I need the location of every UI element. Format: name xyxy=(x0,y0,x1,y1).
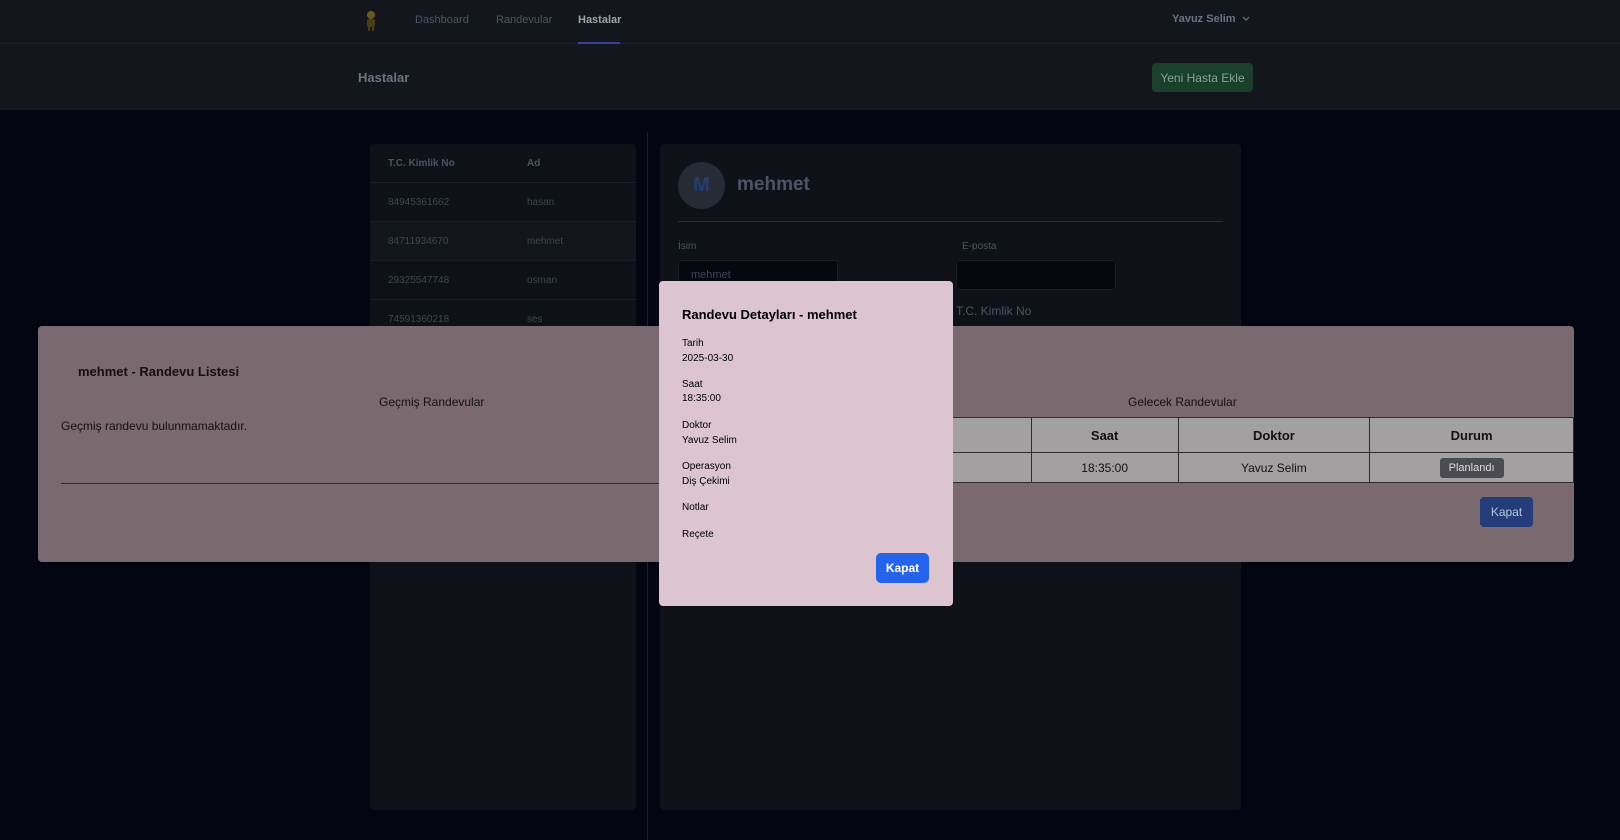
user-name: Yavuz Selim xyxy=(1172,13,1236,25)
table-row[interactable]: 18:35:00 Yavuz Selim Planlandı xyxy=(918,452,1574,483)
table-row[interactable]: 84711934670 mehmet xyxy=(370,222,636,261)
time-value: 18:35:00 xyxy=(682,393,721,404)
nav-randevular[interactable]: Randevular xyxy=(496,14,552,26)
table-header-row: Saat Doktor Durum xyxy=(918,417,1574,453)
doctor-value: Yavuz Selim xyxy=(682,435,737,446)
column-header-tc: T.C. Kimlik No xyxy=(388,157,455,169)
tc-field-label: T.C. Kimlik No xyxy=(956,304,1032,318)
table-header: T.C. Kimlik No Ad xyxy=(370,144,636,183)
top-navbar: Dashboard Randevular Hastalar Yavuz Seli… xyxy=(0,0,1620,44)
patient-name-heading: mehmet xyxy=(737,174,810,195)
cell-tc: 29325547748 xyxy=(388,274,450,286)
avatar: M xyxy=(678,162,725,209)
cell-tc: 84945361662 xyxy=(388,196,450,208)
divider xyxy=(61,483,661,484)
time-label: Saat xyxy=(682,379,703,390)
modal-title: mehmet - Randevu Listesi xyxy=(78,364,240,379)
modal-title: Randevu Detayları - mehmet xyxy=(682,307,857,322)
status-badge: Planlandı xyxy=(1439,457,1504,478)
name-field-label: İsim xyxy=(678,241,697,252)
past-appointments-title: Geçmiş Randevular xyxy=(379,395,485,409)
cell-name: mehmet xyxy=(527,235,564,247)
table-row[interactable]: 29325547748 osman xyxy=(370,261,636,300)
page-title: Hastalar xyxy=(358,70,410,85)
future-appointments-title: Gelecek Randevular xyxy=(1128,395,1237,409)
divider xyxy=(678,221,1223,222)
close-list-button[interactable]: Kapat xyxy=(1480,497,1533,527)
cell-doctor: Yavuz Selim xyxy=(1177,452,1371,483)
user-menu[interactable]: Yavuz Selim xyxy=(1172,13,1250,25)
cell-name: hasan xyxy=(527,196,555,208)
cell-name: ses xyxy=(527,313,543,325)
cell-status: Planlandı xyxy=(1369,452,1574,483)
date-value: 2025-03-30 xyxy=(682,353,734,364)
cell-tc: 84711934670 xyxy=(388,235,449,247)
future-appointments-table: Saat Doktor Durum 18:35:00 Yavuz Selim P… xyxy=(918,417,1574,483)
notes-label: Notlar xyxy=(682,502,709,513)
tooth-logo-icon[interactable] xyxy=(362,10,380,32)
column-header-doctor: Doktor xyxy=(1177,417,1371,453)
nav-dashboard[interactable]: Dashboard xyxy=(415,14,469,26)
column-header-name: Ad xyxy=(527,157,541,169)
cell-tc: 74591360218 xyxy=(388,313,450,325)
email-field-label: E-posta xyxy=(962,241,997,252)
prescription-label: Reçete xyxy=(682,529,714,540)
doctor-label: Doktor xyxy=(682,420,712,431)
close-detail-button[interactable]: Kapat xyxy=(876,553,929,583)
past-empty-text: Geçmiş randevu bulunmamaktadır. xyxy=(61,419,248,433)
date-label: Tarih xyxy=(682,338,704,349)
chevron-down-icon xyxy=(1242,13,1250,25)
column-header-time: Saat xyxy=(1030,417,1179,453)
email-field[interactable] xyxy=(956,260,1116,290)
new-patient-button[interactable]: Yeni Hasta Ekle xyxy=(1152,63,1253,92)
table-row[interactable]: 84945361662 hasan xyxy=(370,183,636,222)
cell-name: osman xyxy=(527,274,558,286)
operation-label: Operasyon xyxy=(682,461,731,472)
page-header: Hastalar Yeni Hasta Ekle xyxy=(0,44,1620,110)
appointment-detail-modal: Randevu Detayları - mehmet Tarih 2025-03… xyxy=(659,281,953,606)
column-header-status: Durum xyxy=(1369,417,1574,453)
nav-hastalar[interactable]: Hastalar xyxy=(578,14,621,26)
operation-value: Diş Çekimi xyxy=(682,476,730,487)
cell-time: 18:35:00 xyxy=(1030,452,1179,483)
